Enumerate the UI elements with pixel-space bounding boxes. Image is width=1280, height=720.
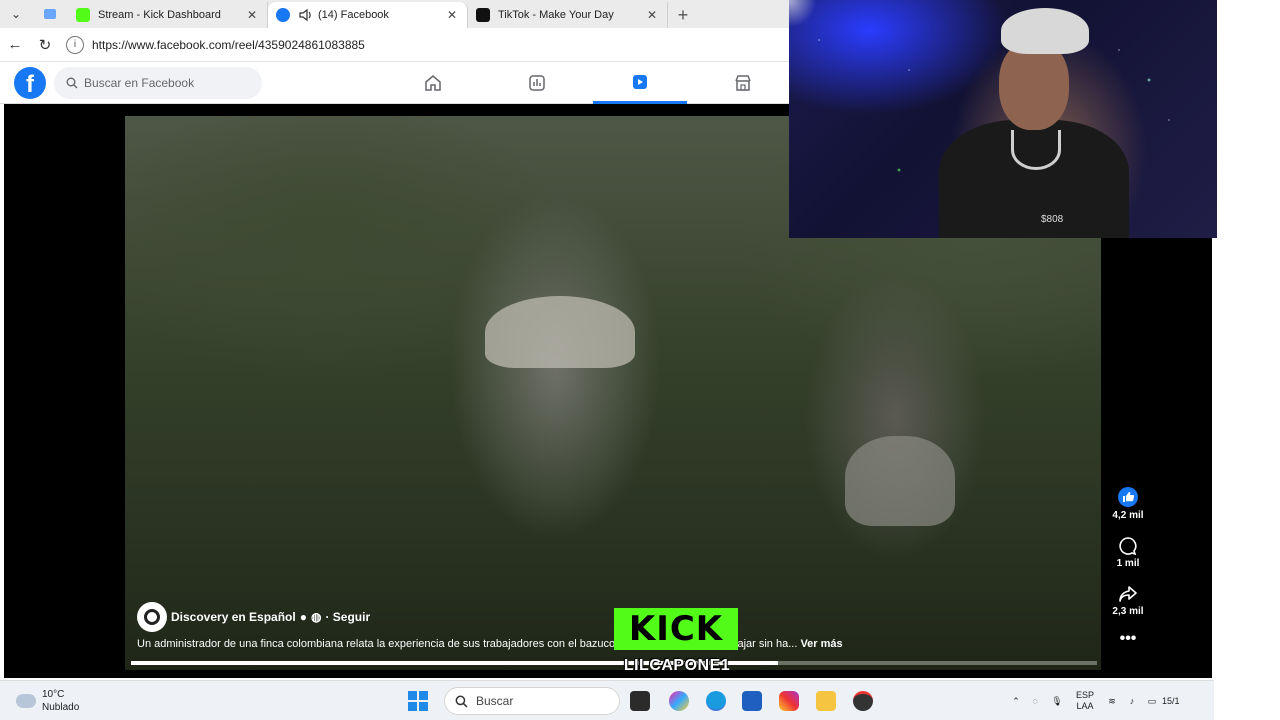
author-name[interactable]: Discovery en Español — [171, 610, 296, 624]
tiktok-icon — [476, 8, 490, 22]
dashboard-icon — [529, 75, 545, 91]
comment-button[interactable]: 1 mil — [1108, 536, 1148, 569]
battery-icon[interactable]: ▭ — [1142, 696, 1162, 707]
facebook-search-input[interactable]: Buscar en Facebook — [54, 66, 262, 99]
pinned-tab-icon — [44, 9, 56, 19]
language-label: ESP — [1075, 690, 1094, 700]
share-button[interactable]: 2,3 mil — [1108, 584, 1148, 617]
nav-marketplace[interactable] — [696, 62, 790, 104]
back-icon[interactable]: ← — [0, 30, 30, 60]
cloud-icon — [16, 694, 36, 708]
streamer-webcam: $808 — [789, 0, 1217, 238]
language-indicator[interactable]: ESP LAA — [1068, 690, 1102, 712]
close-tab-icon[interactable]: ✕ — [245, 8, 259, 22]
more-options-icon[interactable]: ••• — [1108, 630, 1148, 648]
search-icon — [66, 77, 78, 88]
screen: ⌄ Stream - Kick Dashboard ✕ (14) Faceboo… — [0, 0, 1280, 720]
streamer-cap — [1001, 8, 1089, 54]
tab-list-chevron-icon[interactable]: ⌄ — [0, 0, 32, 28]
tab-tiktok[interactable]: TikTok - Make Your Day ✕ — [468, 2, 668, 28]
home-icon — [425, 75, 441, 91]
like-button[interactable]: 4,2 mil — [1108, 486, 1148, 521]
nav-home[interactable] — [386, 62, 480, 104]
comment-count: 1 mil — [1116, 558, 1140, 569]
close-tab-icon[interactable]: ✕ — [645, 8, 659, 22]
reels-icon — [633, 74, 647, 89]
new-tab-button[interactable]: + — [668, 2, 698, 28]
clock[interactable]: 15/1 — [1162, 696, 1184, 706]
browser-tab-bar: ⌄ Stream - Kick Dashboard ✕ (14) Faceboo… — [0, 0, 790, 28]
reel-caption: Un administrador de una finca colombiana… — [137, 638, 967, 650]
kick-icon — [76, 8, 90, 22]
layout-label: LAA — [1076, 701, 1094, 711]
reel-author[interactable]: Discovery en Español ● ◍ · Seguir — [137, 602, 370, 632]
url-text: https://www.facebook.com/reel/4359024861… — [92, 37, 365, 52]
facebook-logo[interactable]: f — [14, 66, 46, 99]
close-tab-icon[interactable]: ✕ — [445, 8, 459, 22]
wifi-icon[interactable]: ≋ — [1102, 696, 1122, 707]
kick-username: LILCAPONE1 — [623, 657, 731, 674]
taskbar-search-label: Buscar — [476, 694, 514, 708]
file-explorer-icon[interactable] — [816, 691, 836, 711]
tab-title: TikTok - Make Your Day — [498, 9, 614, 21]
microphone-icon[interactable]: 🎙 — [1046, 696, 1068, 707]
like-count: 4,2 mil — [1112, 510, 1144, 521]
pinned-tab[interactable] — [32, 0, 68, 28]
video-subject-hat — [845, 436, 955, 526]
kick-logo: KICK — [614, 608, 738, 650]
follow-link[interactable]: · Seguir — [325, 610, 370, 624]
marketplace-icon — [735, 75, 751, 91]
windows-start-icon[interactable] — [408, 691, 428, 711]
tray-chevron-icon[interactable]: ⌃ — [1008, 696, 1024, 707]
system-tray: ⌃ ◌ 🎙 ESP LAA ≋ ♪ ▭ 15/1 — [1008, 681, 1184, 720]
globe-icon: ◍ — [310, 610, 322, 624]
share-icon — [1119, 586, 1137, 602]
weather-temp: 10°C — [42, 689, 65, 700]
windows-taskbar: 10°C Nublado Buscar ⌃ ◌ 🎙 ESP LAA ≋ ♪ ▭ — [0, 680, 1214, 720]
share-count: 2,3 mil — [1112, 606, 1144, 617]
streamer-chain — [1011, 130, 1061, 170]
weather-widget[interactable]: 10°C Nublado — [16, 688, 79, 714]
reload-icon[interactable]: ↻ — [30, 30, 60, 60]
copilot-icon[interactable] — [669, 691, 689, 711]
speaker-icon[interactable] — [298, 8, 312, 22]
comment-icon — [1119, 537, 1137, 556]
verified-icon: ● — [299, 610, 307, 624]
weather-desc: Nublado — [42, 702, 80, 713]
facebook-icon — [276, 8, 290, 22]
video-subject-hat — [485, 296, 635, 368]
url-field[interactable]: i https://www.facebook.com/reel/43590248… — [66, 33, 790, 57]
search-icon — [455, 695, 468, 707]
tab-facebook[interactable]: (14) Facebook ✕ — [268, 2, 468, 28]
site-info-icon[interactable]: i — [66, 35, 84, 54]
nav-dashboard[interactable] — [490, 62, 584, 104]
tab-title: (14) Facebook — [318, 9, 389, 21]
network-warning-icon[interactable]: ◌ — [1024, 696, 1046, 706]
app-icon[interactable] — [853, 691, 873, 711]
task-view-icon[interactable] — [630, 691, 650, 711]
instagram-icon[interactable] — [779, 691, 799, 711]
facebook-header: f Buscar en Facebook — [0, 62, 790, 104]
address-bar: ← ↻ i https://www.facebook.com/reel/4359… — [0, 28, 790, 62]
webcam-number: $808 — [1041, 214, 1064, 225]
volume-icon[interactable]: ♪ — [1122, 696, 1142, 706]
search-placeholder: Buscar en Facebook — [84, 75, 195, 90]
store-icon[interactable] — [742, 691, 762, 711]
author-avatar[interactable] — [137, 602, 167, 632]
edge-icon[interactable] — [706, 691, 726, 711]
tab-kick-dashboard[interactable]: Stream - Kick Dashboard ✕ — [68, 2, 268, 28]
like-icon — [1118, 487, 1138, 507]
see-more-link[interactable]: Ver más — [800, 638, 842, 650]
nav-reels[interactable] — [593, 62, 687, 104]
tab-title: Stream - Kick Dashboard — [98, 9, 221, 21]
taskbar-search[interactable]: Buscar — [444, 687, 620, 715]
